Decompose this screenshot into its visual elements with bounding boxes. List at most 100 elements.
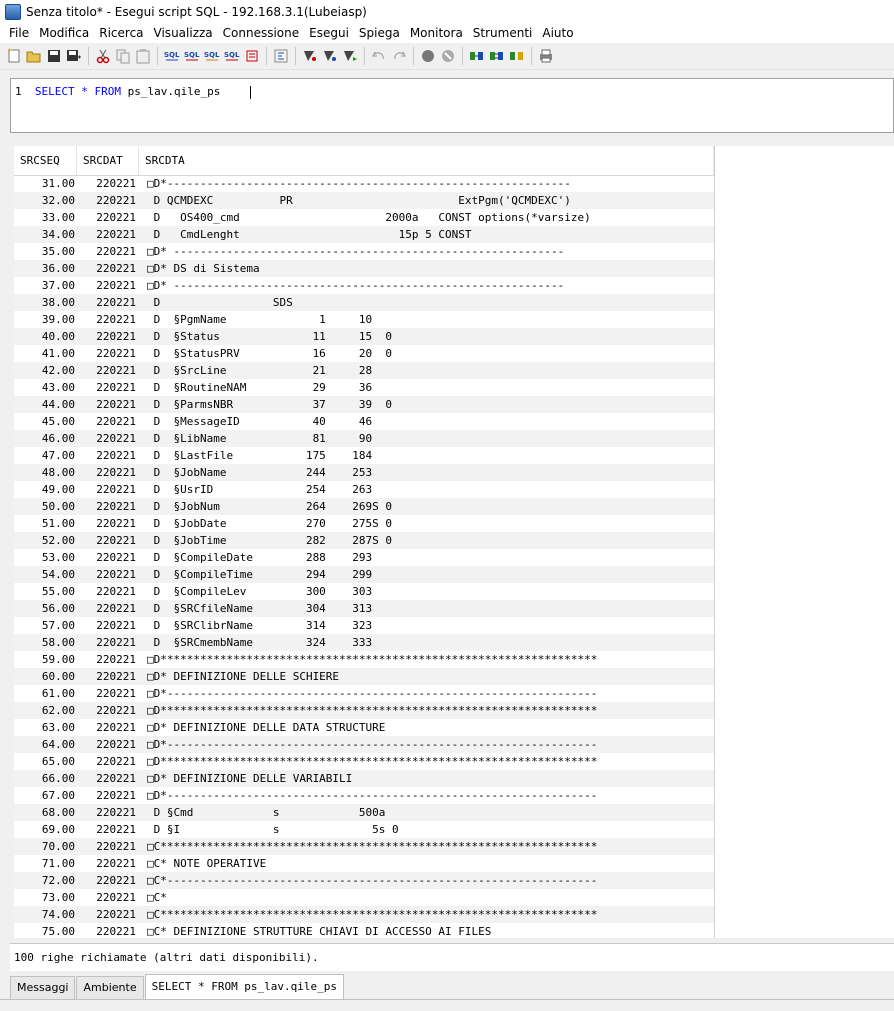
cell-srcdta[interactable]: D §JobName 244 253 bbox=[139, 464, 714, 481]
open-icon[interactable] bbox=[26, 48, 42, 64]
cell-srcseq[interactable]: 62.00 bbox=[14, 702, 77, 719]
cell-srcdta[interactable]: □D**************************************… bbox=[139, 702, 714, 719]
cell-srcdta[interactable]: □D* DEFINIZIONE DELLE SCHIERE bbox=[139, 668, 714, 685]
cell-srcdat[interactable]: 220221 bbox=[77, 345, 139, 362]
cell-srcdat[interactable]: 220221 bbox=[77, 702, 139, 719]
cell-srcdat[interactable]: 220221 bbox=[77, 226, 139, 243]
cell-srcdat[interactable]: 220221 bbox=[77, 770, 139, 787]
cell-srcdta[interactable]: □C*-------------------------------------… bbox=[139, 872, 714, 889]
table-row[interactable]: 40.00 220221 D §Status 11 15 0 bbox=[14, 328, 714, 345]
table-row[interactable]: 54.00 220221 D §CompileTime 294 299 bbox=[14, 566, 714, 583]
menu-monitora[interactable]: Monitora bbox=[405, 26, 468, 40]
cell-srcseq[interactable]: 54.00 bbox=[14, 566, 77, 583]
cell-srcdta[interactable]: □D* DS di Sistema bbox=[139, 260, 714, 277]
cell-srcseq[interactable]: 46.00 bbox=[14, 430, 77, 447]
table-row[interactable]: 69.00 220221 D §I s 5s 0 bbox=[14, 821, 714, 838]
undo-icon[interactable] bbox=[371, 48, 387, 64]
cell-srcdat[interactable]: 220221 bbox=[77, 600, 139, 617]
cell-srcdta[interactable]: □C* NOTE OPERATIVE bbox=[139, 855, 714, 872]
table-row[interactable]: 65.00 220221 □D***************************… bbox=[14, 753, 714, 770]
cell-srcdta[interactable]: □D*-------------------------------------… bbox=[139, 787, 714, 804]
explain-icon[interactable] bbox=[322, 48, 338, 64]
visual-explain-icon[interactable] bbox=[302, 48, 318, 64]
cell-srcdta[interactable]: D §SRCfileName 304 313 bbox=[139, 600, 714, 617]
cell-srcdta[interactable]: □D* DEFINIZIONE DELLE DATA STRUCTURE bbox=[139, 719, 714, 736]
cell-srcdat[interactable]: 220221 bbox=[77, 753, 139, 770]
new-icon[interactable] bbox=[6, 48, 22, 64]
menu-modifica[interactable]: Modifica bbox=[34, 26, 94, 40]
cell-srcdat[interactable]: 220221 bbox=[77, 362, 139, 379]
cell-srcdat[interactable]: 220221 bbox=[77, 532, 139, 549]
table-row[interactable]: 72.00 220221 □C*--------------------------… bbox=[14, 872, 714, 889]
cell-srcseq[interactable]: 36.00 bbox=[14, 260, 77, 277]
table-row[interactable]: 42.00 220221 D §SrcLine 21 28 bbox=[14, 362, 714, 379]
table-row[interactable]: 50.00 220221 D §JobNum 264 269S 0 bbox=[14, 498, 714, 515]
cell-srcdat[interactable]: 220221 bbox=[77, 413, 139, 430]
menu-visualizza[interactable]: Visualizza bbox=[149, 26, 218, 40]
cell-srcdat[interactable]: 220221 bbox=[77, 549, 139, 566]
table-row[interactable]: 62.00 220221 □D***************************… bbox=[14, 702, 714, 719]
cell-srcdat[interactable]: 220221 bbox=[77, 719, 139, 736]
cell-srcseq[interactable]: 56.00 bbox=[14, 600, 77, 617]
cell-srcseq[interactable]: 64.00 bbox=[14, 736, 77, 753]
menu-connessione[interactable]: Connessione bbox=[218, 26, 304, 40]
cell-srcdat[interactable]: 220221 bbox=[77, 277, 139, 294]
column-header-srcdta[interactable]: SRCDTA bbox=[139, 146, 714, 175]
cell-srcdta[interactable]: D §SRClibrName 314 323 bbox=[139, 617, 714, 634]
cell-srcdat[interactable]: 220221 bbox=[77, 294, 139, 311]
cell-srcdat[interactable]: 220221 bbox=[77, 311, 139, 328]
table-row[interactable]: 58.00 220221 D §SRCmembName 324 333 bbox=[14, 634, 714, 651]
cell-srcseq[interactable]: 61.00 bbox=[14, 685, 77, 702]
cell-srcdat[interactable]: 220221 bbox=[77, 175, 139, 192]
paste-icon[interactable] bbox=[135, 48, 151, 64]
cell-srcdta[interactable]: D §RoutineNAM 29 36 bbox=[139, 379, 714, 396]
table-row[interactable]: 44.00 220221 D §ParmsNBR 37 39 0 bbox=[14, 396, 714, 413]
cell-srcseq[interactable]: 45.00 bbox=[14, 413, 77, 430]
cell-srcseq[interactable]: 43.00 bbox=[14, 379, 77, 396]
cell-srcdat[interactable]: 220221 bbox=[77, 481, 139, 498]
cell-srcdta[interactable]: □D* ------------------------------------… bbox=[139, 243, 714, 260]
menu-strumenti[interactable]: Strumenti bbox=[468, 26, 538, 40]
cell-srcdat[interactable]: 220221 bbox=[77, 838, 139, 855]
cell-srcdat[interactable]: 220221 bbox=[77, 243, 139, 260]
cell-srcdta[interactable]: □C**************************************… bbox=[139, 838, 714, 855]
table-row[interactable]: 48.00 220221 D §JobName 244 253 bbox=[14, 464, 714, 481]
table-row[interactable]: 31.00 220221 □D*--------------------------… bbox=[14, 175, 714, 192]
cell-srcseq[interactable]: 33.00 bbox=[14, 209, 77, 226]
cell-srcseq[interactable]: 38.00 bbox=[14, 294, 77, 311]
cell-srcdat[interactable]: 220221 bbox=[77, 668, 139, 685]
cell-srcdta[interactable]: D §UsrID 254 263 bbox=[139, 481, 714, 498]
redo-icon[interactable] bbox=[391, 48, 407, 64]
table-row[interactable]: 56.00 220221 D §SRCfileName 304 313 bbox=[14, 600, 714, 617]
format-icon[interactable] bbox=[273, 48, 289, 64]
table-row[interactable]: 66.00 220221 □D* DEFINIZIONE DELLE VARIABI… bbox=[14, 770, 714, 787]
cell-srcdat[interactable]: 220221 bbox=[77, 447, 139, 464]
cell-srcseq[interactable]: 75.00 bbox=[14, 923, 77, 938]
table-row[interactable]: 47.00 220221 D §LastFile 175 184 bbox=[14, 447, 714, 464]
cell-srcseq[interactable]: 52.00 bbox=[14, 532, 77, 549]
table-row[interactable]: 43.00 220221 D §RoutineNAM 29 36 bbox=[14, 379, 714, 396]
cell-srcdta[interactable]: D §StatusPRV 16 20 0 bbox=[139, 345, 714, 362]
cell-srcdat[interactable]: 220221 bbox=[77, 634, 139, 651]
results-grid[interactable]: SRCSEQ SRCDAT SRCDTA 31.00 220221 □D*-----… bbox=[14, 146, 894, 938]
cell-srcdat[interactable]: 220221 bbox=[77, 906, 139, 923]
cell-srcdat[interactable]: 220221 bbox=[77, 566, 139, 583]
cell-srcdta[interactable]: D §CompileTime 294 299 bbox=[139, 566, 714, 583]
table-row[interactable]: 55.00 220221 D §CompileLev 300 303 bbox=[14, 583, 714, 600]
column-header-srcdat[interactable]: SRCDAT bbox=[77, 146, 139, 175]
cell-srcdat[interactable]: 220221 bbox=[77, 464, 139, 481]
run-single-icon[interactable]: SQL bbox=[224, 48, 240, 64]
cell-srcdta[interactable]: D §CompileLev 300 303 bbox=[139, 583, 714, 600]
cell-srcdat[interactable]: 220221 bbox=[77, 192, 139, 209]
cell-srcdta[interactable]: D §MessageID 40 46 bbox=[139, 413, 714, 430]
cell-srcdta[interactable]: □D* ------------------------------------… bbox=[139, 277, 714, 294]
cell-srcseq[interactable]: 32.00 bbox=[14, 192, 77, 209]
table-row[interactable]: 34.00 220221 D CmdLenght 15p 5 CONST bbox=[14, 226, 714, 243]
cell-srcseq[interactable]: 58.00 bbox=[14, 634, 77, 651]
reconnect-icon[interactable] bbox=[489, 48, 505, 64]
table-row[interactable]: 32.00 220221 D QCMDEXC PR ExtPgm('QCMDEXC… bbox=[14, 192, 714, 209]
menu-spiega[interactable]: Spiega bbox=[354, 26, 405, 40]
cell-srcdat[interactable]: 220221 bbox=[77, 872, 139, 889]
cell-srcdat[interactable]: 220221 bbox=[77, 583, 139, 600]
cell-srcdat[interactable]: 220221 bbox=[77, 430, 139, 447]
